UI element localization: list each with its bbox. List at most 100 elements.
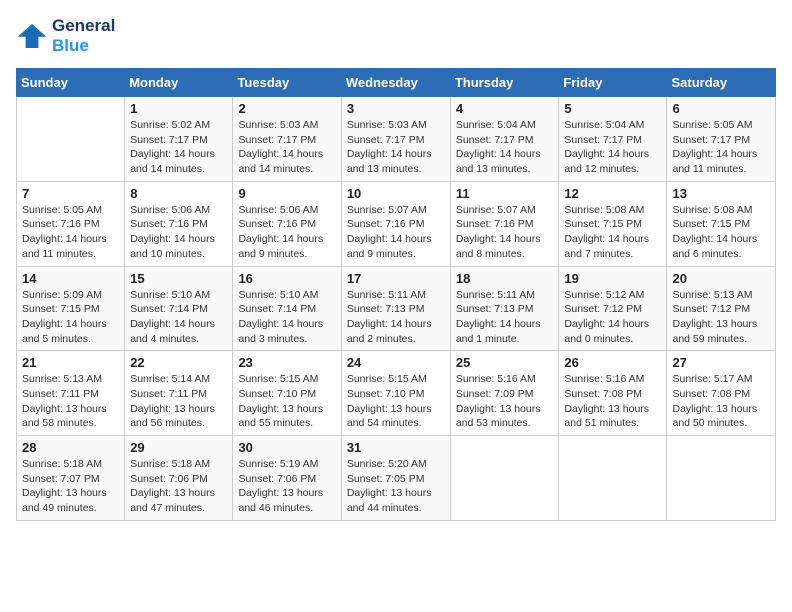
day-info: Sunrise: 5:08 AM Sunset: 7:15 PM Dayligh… [564,203,661,262]
day-number: 4 [456,101,554,116]
calendar-row: 1 Sunrise: 5:02 AM Sunset: 7:17 PM Daylig… [17,97,776,182]
calendar-cell: 13 Sunrise: 5:08 AM Sunset: 7:15 PM Dayli… [667,181,776,266]
calendar-cell: 24Sunrise: 5:15 AM Sunset: 7:10 PM Dayli… [341,351,450,436]
calendar-cell: 22 Sunrise: 5:14 AM Sunset: 7:11 PM Dayli… [125,351,233,436]
calendar-cell: 27Sunrise: 5:17 AM Sunset: 7:08 PM Dayli… [667,351,776,436]
calendar-cell: 10Sunrise: 5:07 AM Sunset: 7:16 PM Dayli… [341,181,450,266]
day-number: 7 [22,186,119,201]
day-info: Sunrise: 5:07 AM Sunset: 7:16 PM Dayligh… [456,203,554,262]
column-header-wednesday: Wednesday [341,69,450,97]
day-number: 31 [347,440,445,455]
column-header-friday: Friday [559,69,667,97]
day-number: 8 [130,186,227,201]
logo-icon [16,22,48,50]
day-number: 24 [347,355,445,370]
calendar-cell: 5 Sunrise: 5:04 AM Sunset: 7:17 PM Daylig… [559,97,667,182]
day-number: 23 [238,355,335,370]
day-info: Sunrise: 5:02 AM Sunset: 7:17 PM Dayligh… [130,118,227,177]
day-info: Sunrise: 5:20 AM Sunset: 7:05 PM Dayligh… [347,457,445,516]
day-info: Sunrise: 5:05 AM Sunset: 7:17 PM Dayligh… [672,118,770,177]
day-info: Sunrise: 5:04 AM Sunset: 7:17 PM Dayligh… [456,118,554,177]
day-number: 18 [456,271,554,286]
day-info: Sunrise: 5:06 AM Sunset: 7:16 PM Dayligh… [238,203,335,262]
calendar-cell: 18 Sunrise: 5:11 AM Sunset: 7:13 PM Dayli… [450,266,559,351]
calendar-cell: 21 Sunrise: 5:13 AM Sunset: 7:11 PM Dayli… [17,351,125,436]
calendar-cell: 7 Sunrise: 5:05 AM Sunset: 7:16 PM Daylig… [17,181,125,266]
calendar-cell: 11 Sunrise: 5:07 AM Sunset: 7:16 PM Dayli… [450,181,559,266]
day-number: 1 [130,101,227,116]
day-number: 21 [22,355,119,370]
day-info: Sunrise: 5:11 AM Sunset: 7:13 PM Dayligh… [347,288,445,347]
calendar-cell: 9Sunrise: 5:06 AM Sunset: 7:16 PM Daylig… [233,181,341,266]
column-header-monday: Monday [125,69,233,97]
calendar-cell: 30 Sunrise: 5:19 AM Sunset: 7:06 PM Dayli… [233,436,341,521]
day-number: 2 [238,101,335,116]
day-info: Sunrise: 5:16 AM Sunset: 7:09 PM Dayligh… [456,372,554,431]
calendar-cell: 4 Sunrise: 5:04 AM Sunset: 7:17 PM Daylig… [450,97,559,182]
calendar-row: 21 Sunrise: 5:13 AM Sunset: 7:11 PM Dayli… [17,351,776,436]
day-info: Sunrise: 5:14 AM Sunset: 7:11 PM Dayligh… [130,372,227,431]
day-number: 20 [672,271,770,286]
calendar-cell [450,436,559,521]
column-header-saturday: Saturday [667,69,776,97]
day-info: Sunrise: 5:08 AM Sunset: 7:15 PM Dayligh… [672,203,770,262]
column-header-sunday: Sunday [17,69,125,97]
day-number: 15 [130,271,227,286]
day-info: Sunrise: 5:18 AM Sunset: 7:06 PM Dayligh… [130,457,227,516]
day-info: Sunrise: 5:16 AM Sunset: 7:08 PM Dayligh… [564,372,661,431]
calendar-cell: 25 Sunrise: 5:16 AM Sunset: 7:09 PM Dayli… [450,351,559,436]
day-number: 25 [456,355,554,370]
day-info: Sunrise: 5:04 AM Sunset: 7:17 PM Dayligh… [564,118,661,177]
day-info: Sunrise: 5:11 AM Sunset: 7:13 PM Dayligh… [456,288,554,347]
calendar-cell: 16Sunrise: 5:10 AM Sunset: 7:14 PM Dayli… [233,266,341,351]
day-info: Sunrise: 5:18 AM Sunset: 7:07 PM Dayligh… [22,457,119,516]
day-info: Sunrise: 5:19 AM Sunset: 7:06 PM Dayligh… [238,457,335,516]
day-number: 29 [130,440,227,455]
day-info: Sunrise: 5:05 AM Sunset: 7:16 PM Dayligh… [22,203,119,262]
day-number: 22 [130,355,227,370]
calendar-cell: 1 Sunrise: 5:02 AM Sunset: 7:17 PM Daylig… [125,97,233,182]
day-info: Sunrise: 5:03 AM Sunset: 7:17 PM Dayligh… [347,118,445,177]
column-header-tuesday: Tuesday [233,69,341,97]
calendar-cell: 12 Sunrise: 5:08 AM Sunset: 7:15 PM Dayli… [559,181,667,266]
day-number: 28 [22,440,119,455]
logo-text: General Blue [52,16,115,56]
day-number: 3 [347,101,445,116]
day-info: Sunrise: 5:15 AM Sunset: 7:10 PM Dayligh… [238,372,335,431]
calendar-cell [559,436,667,521]
calendar-cell: 26Sunrise: 5:16 AM Sunset: 7:08 PM Dayli… [559,351,667,436]
day-number: 13 [672,186,770,201]
day-info: Sunrise: 5:12 AM Sunset: 7:12 PM Dayligh… [564,288,661,347]
calendar-row: 14 Sunrise: 5:09 AM Sunset: 7:15 PM Dayli… [17,266,776,351]
day-number: 30 [238,440,335,455]
day-number: 16 [238,271,335,286]
day-number: 10 [347,186,445,201]
calendar-cell: 14 Sunrise: 5:09 AM Sunset: 7:15 PM Dayli… [17,266,125,351]
page-header: General Blue [16,16,776,56]
column-header-thursday: Thursday [450,69,559,97]
calendar-cell: 29 Sunrise: 5:18 AM Sunset: 7:06 PM Dayli… [125,436,233,521]
calendar-cell: 23 Sunrise: 5:15 AM Sunset: 7:10 PM Dayli… [233,351,341,436]
calendar-cell: 8 Sunrise: 5:06 AM Sunset: 7:16 PM Daylig… [125,181,233,266]
day-number: 17 [347,271,445,286]
day-number: 5 [564,101,661,116]
calendar-cell: 3 Sunrise: 5:03 AM Sunset: 7:17 PM Daylig… [341,97,450,182]
day-info: Sunrise: 5:13 AM Sunset: 7:11 PM Dayligh… [22,372,119,431]
calendar-cell: 15Sunrise: 5:10 AM Sunset: 7:14 PM Dayli… [125,266,233,351]
calendar-cell: 6Sunrise: 5:05 AM Sunset: 7:17 PM Daylig… [667,97,776,182]
logo: General Blue [16,16,115,56]
calendar-cell: 20Sunrise: 5:13 AM Sunset: 7:12 PM Dayli… [667,266,776,351]
calendar-row: 7 Sunrise: 5:05 AM Sunset: 7:16 PM Daylig… [17,181,776,266]
day-number: 11 [456,186,554,201]
day-info: Sunrise: 5:06 AM Sunset: 7:16 PM Dayligh… [130,203,227,262]
calendar-row: 28 Sunrise: 5:18 AM Sunset: 7:07 PM Dayli… [17,436,776,521]
header-row: SundayMondayTuesdayWednesdayThursdayFrid… [17,69,776,97]
calendar-table: SundayMondayTuesdayWednesdayThursdayFrid… [16,68,776,521]
day-number: 14 [22,271,119,286]
day-number: 12 [564,186,661,201]
day-info: Sunrise: 5:17 AM Sunset: 7:08 PM Dayligh… [672,372,770,431]
calendar-cell: 19 Sunrise: 5:12 AM Sunset: 7:12 PM Dayli… [559,266,667,351]
calendar-cell: 28 Sunrise: 5:18 AM Sunset: 7:07 PM Dayli… [17,436,125,521]
day-info: Sunrise: 5:09 AM Sunset: 7:15 PM Dayligh… [22,288,119,347]
day-number: 19 [564,271,661,286]
